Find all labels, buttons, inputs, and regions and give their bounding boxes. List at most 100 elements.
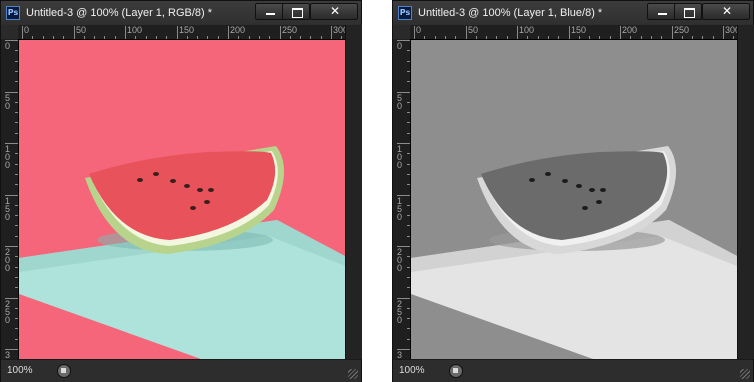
ruler-tick xyxy=(407,339,410,340)
ruler-tick xyxy=(249,36,250,39)
document-canvas[interactable] xyxy=(19,40,345,359)
horizontal-ruler[interactable]: 0 50 100 150 200 250 300 xyxy=(410,25,740,40)
ruler-label: 0 xyxy=(24,25,30,35)
zoom-level[interactable]: 100% xyxy=(399,365,425,377)
title-bar[interactable]: Ps Untitled-3 @ 100% (Layer 1, Blue/8) *… xyxy=(393,1,753,26)
ruler-tick xyxy=(702,36,703,39)
ruler-tick xyxy=(341,36,342,39)
ruler-tick xyxy=(15,287,18,288)
ruler-label: 50 xyxy=(468,25,479,35)
ruler-tick xyxy=(15,256,18,257)
seed xyxy=(170,179,176,183)
ruler-label: 150 xyxy=(5,196,11,222)
ruler-label: 250 xyxy=(397,299,403,325)
ruler-label: 50 xyxy=(397,93,403,111)
ruler-tick xyxy=(407,328,410,329)
ruler-tick xyxy=(125,26,126,39)
resize-grip-icon[interactable] xyxy=(740,369,750,379)
ruler-label: 200 xyxy=(622,25,638,35)
title-bar[interactable]: Ps Untitled-3 @ 100% (Layer 1, RGB/8) * … xyxy=(1,1,361,26)
ruler-tick xyxy=(269,36,270,39)
document-info-icon xyxy=(61,368,66,373)
ruler-label: 150 xyxy=(397,196,403,222)
ruler-label: 150 xyxy=(179,25,195,35)
ruler-label: 0 xyxy=(397,41,403,51)
close-button[interactable]: ✕ xyxy=(310,3,358,20)
ruler-tick xyxy=(407,256,410,257)
ruler-tick xyxy=(407,133,410,134)
vertical-scrollbar[interactable] xyxy=(737,25,754,359)
ruler-tick xyxy=(280,26,281,39)
vertical-ruler[interactable]: 050100150200250300 xyxy=(393,39,411,376)
ruler-tick xyxy=(15,225,18,226)
ruler-tick xyxy=(15,267,18,268)
maximize-button[interactable] xyxy=(674,3,702,20)
ruler-origin[interactable] xyxy=(1,25,18,39)
ruler-tick xyxy=(435,36,436,39)
seed xyxy=(137,178,143,182)
ruler-tick xyxy=(407,81,410,82)
ruler-tick xyxy=(15,308,18,309)
minimize-button[interactable] xyxy=(647,3,676,20)
ruler-tick xyxy=(15,50,18,51)
ruler-tick xyxy=(610,36,611,39)
resize-grip-icon[interactable] xyxy=(348,369,358,379)
ruler-tick xyxy=(407,205,410,206)
ruler-label: 50 xyxy=(5,93,11,111)
vertical-ruler[interactable]: 050100150200250300 xyxy=(1,39,19,376)
ruler-tick xyxy=(15,277,18,278)
close-icon: ✕ xyxy=(721,4,733,18)
ruler-origin[interactable] xyxy=(393,25,410,39)
ruler-label: 0 xyxy=(416,25,422,35)
ruler-tick xyxy=(466,26,467,39)
ruler-tick xyxy=(331,26,332,39)
document-canvas[interactable] xyxy=(411,40,737,359)
ruler-tick xyxy=(407,308,410,309)
ruler-tick xyxy=(641,36,642,39)
ruler-tick xyxy=(177,26,178,39)
ruler-tick xyxy=(407,287,410,288)
ruler-tick xyxy=(407,153,410,154)
ruler-tick xyxy=(445,36,446,39)
ruler-tick xyxy=(15,122,18,123)
zoom-level[interactable]: 100% xyxy=(7,365,33,377)
ruler-tick xyxy=(407,102,410,103)
ruler-tick xyxy=(407,277,410,278)
ruler-tick xyxy=(15,236,18,237)
seed xyxy=(589,188,595,192)
ruler-tick xyxy=(723,26,724,39)
ruler-tick xyxy=(166,36,167,39)
ruler-tick xyxy=(733,36,734,39)
seed xyxy=(545,172,551,176)
status-info-button[interactable] xyxy=(449,364,463,378)
seed xyxy=(190,206,196,210)
seed xyxy=(184,184,190,188)
maximize-button[interactable] xyxy=(282,3,310,20)
ruler-tick xyxy=(207,36,208,39)
ruler-tick xyxy=(538,36,539,39)
horizontal-ruler[interactable]: 0 50 100 150 200 250 300 xyxy=(18,25,348,40)
vertical-scrollbar[interactable] xyxy=(345,25,362,359)
close-button[interactable]: ✕ xyxy=(702,3,750,20)
ruler-tick xyxy=(63,36,64,39)
ruler-tick xyxy=(197,36,198,39)
ruler-tick xyxy=(15,215,18,216)
ruler-tick xyxy=(661,36,662,39)
ruler-tick xyxy=(15,133,18,134)
ruler-tick xyxy=(407,184,410,185)
ruler-tick xyxy=(407,71,410,72)
ruler-tick xyxy=(94,36,95,39)
ruler-label: 200 xyxy=(5,247,11,273)
ruler-tick xyxy=(15,102,18,103)
ruler-tick xyxy=(15,184,18,185)
ruler-tick xyxy=(672,26,673,39)
ruler-tick xyxy=(630,36,631,39)
ruler-tick xyxy=(476,36,477,39)
ruler-tick xyxy=(407,50,410,51)
maximize-icon xyxy=(292,8,303,18)
document-window-blue-channel: Ps Untitled-3 @ 100% (Layer 1, Blue/8) *… xyxy=(392,0,754,382)
status-info-button[interactable] xyxy=(57,364,71,378)
photoshop-app-icon: Ps xyxy=(398,6,412,20)
minimize-button[interactable] xyxy=(255,3,284,20)
ruler-tick xyxy=(527,36,528,39)
